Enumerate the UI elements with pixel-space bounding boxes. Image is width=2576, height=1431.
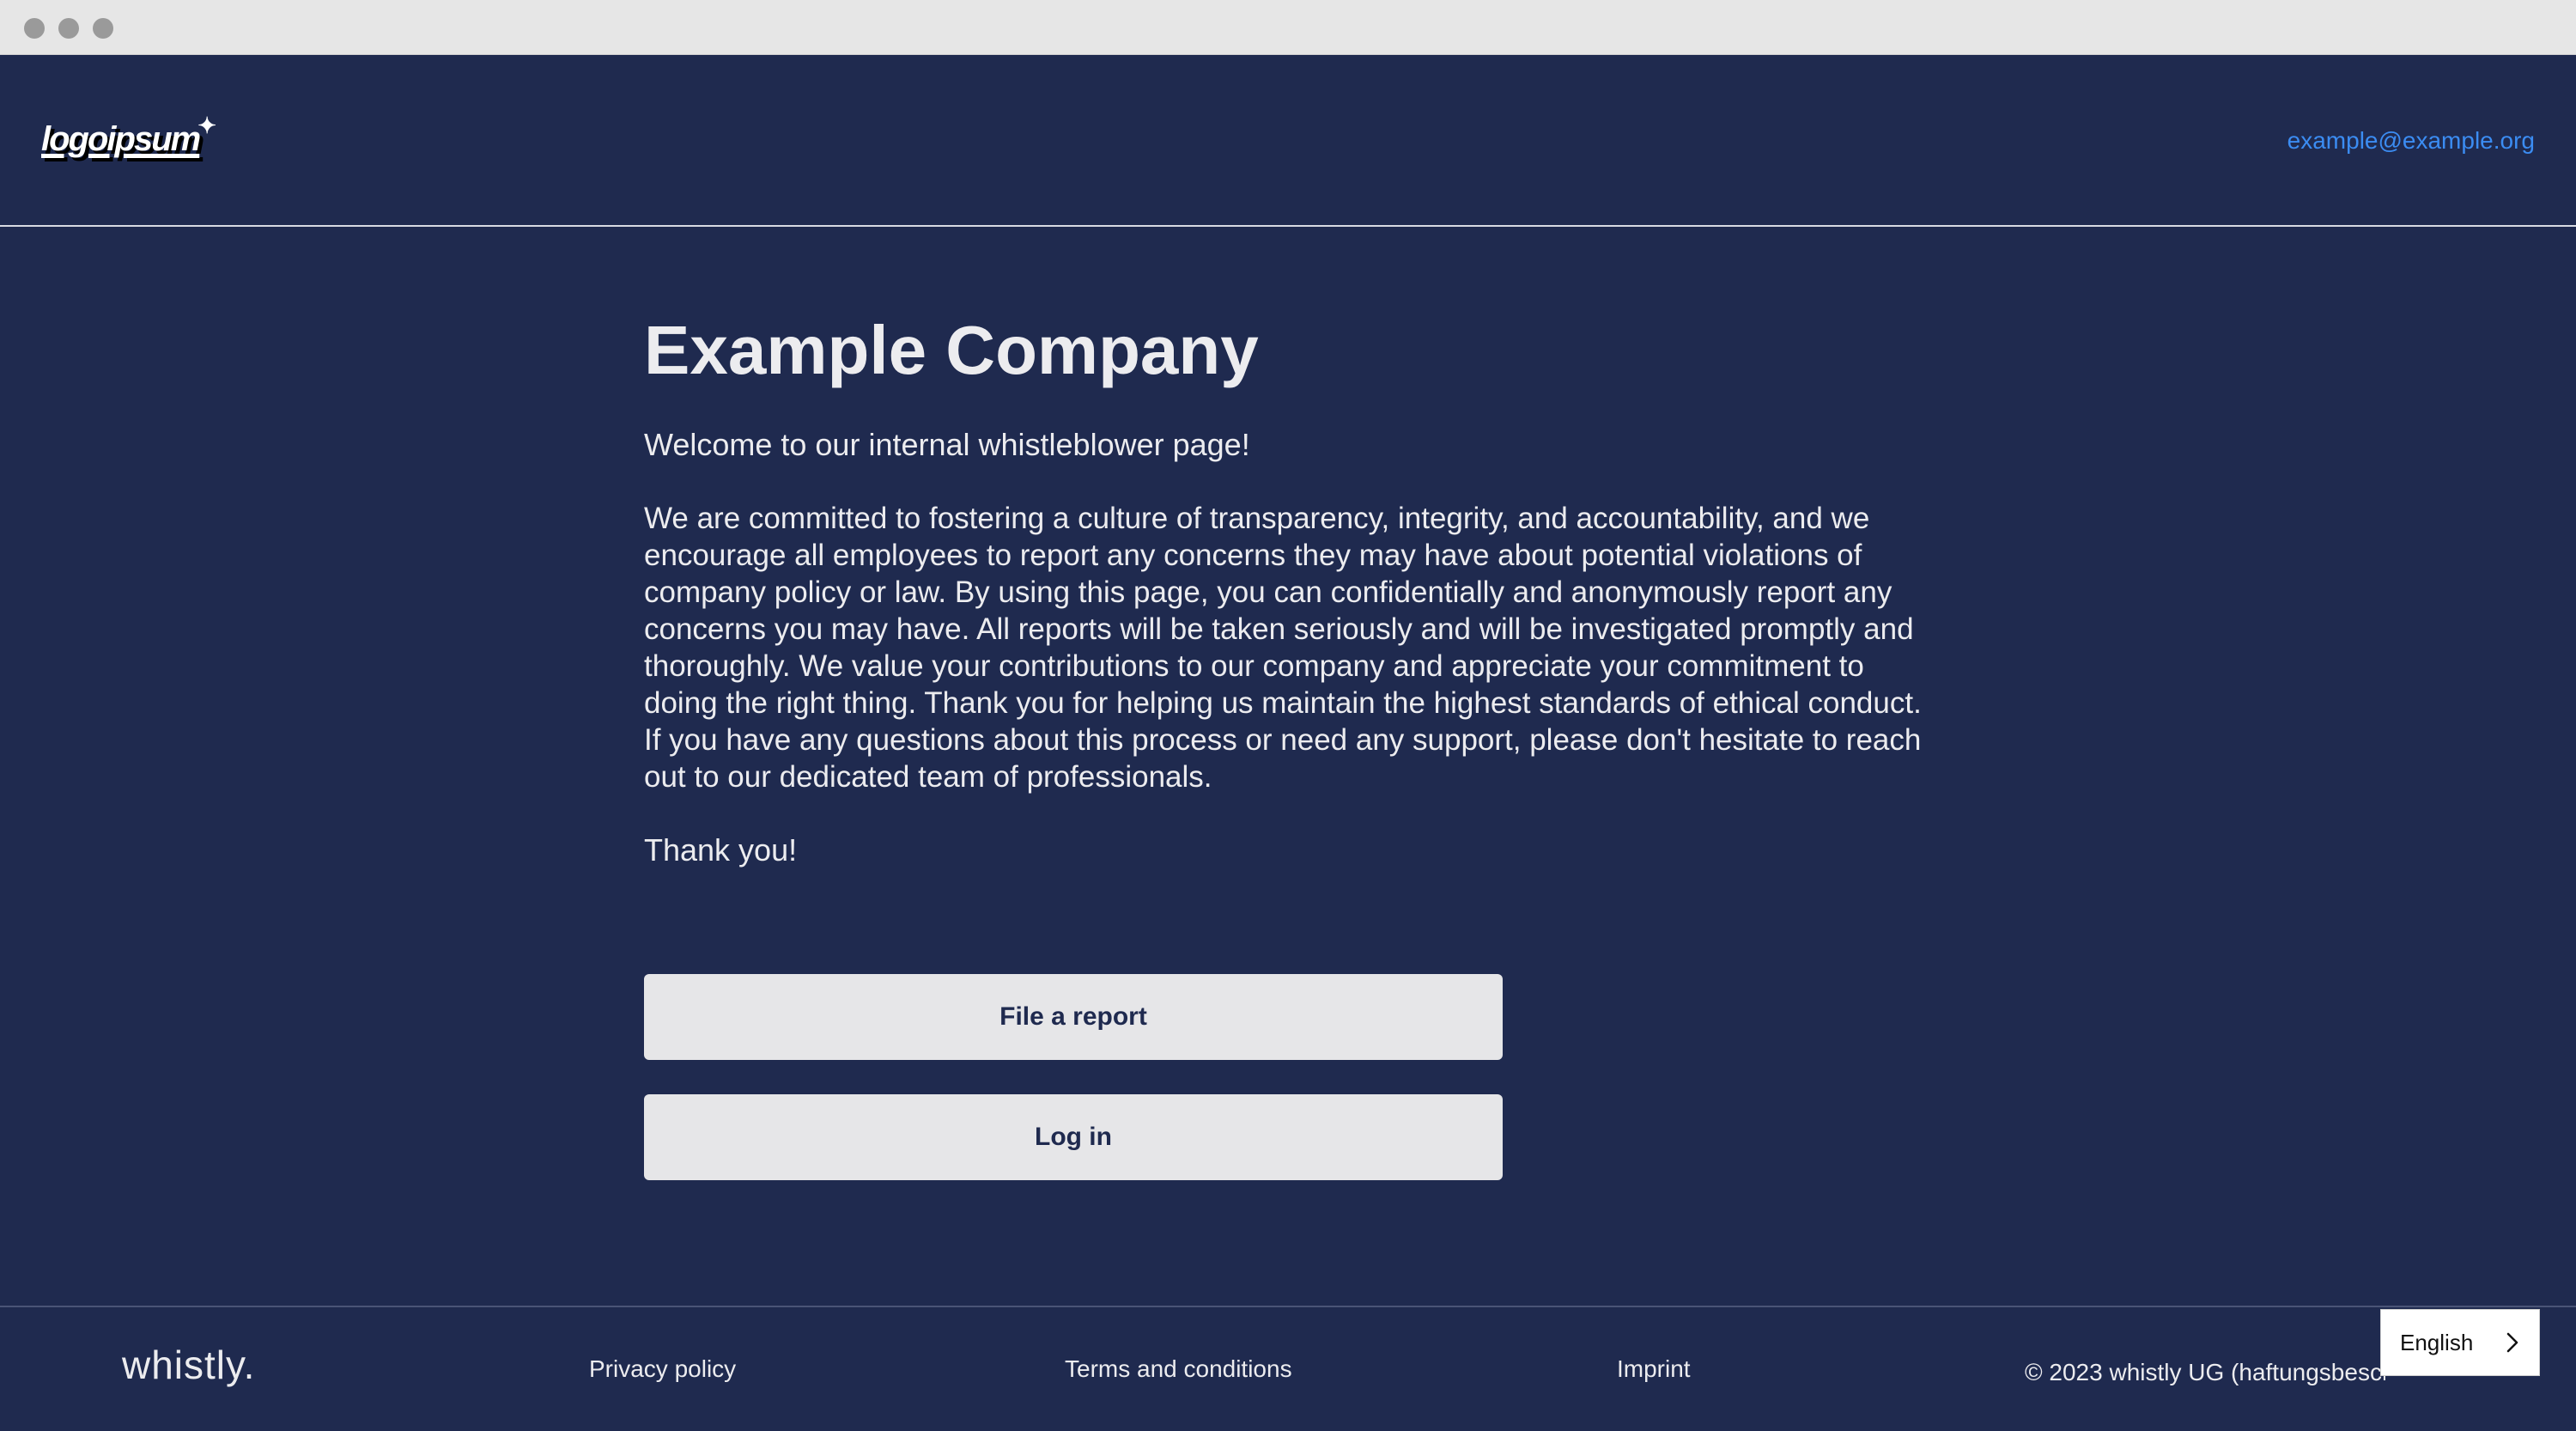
- welcome-text: Welcome to our internal whistleblower pa…: [644, 427, 1250, 462]
- chevron-right-icon: [2506, 1332, 2518, 1353]
- contact-email-link[interactable]: example@example.org: [2287, 127, 2535, 155]
- footer-brand[interactable]: whistly.: [122, 1342, 255, 1388]
- login-button[interactable]: Log in: [644, 1094, 1503, 1180]
- header: logoipsum ✦ example@example.org: [0, 55, 2576, 227]
- language-selector[interactable]: English: [2380, 1309, 2540, 1376]
- page-title: Example Company: [644, 312, 1259, 388]
- window-close-dot[interactable]: [24, 18, 45, 39]
- page: logoipsum ✦ example@example.org Example …: [0, 55, 2576, 1431]
- language-label: English: [2400, 1329, 2474, 1355]
- window-minimize-dot[interactable]: [58, 18, 79, 39]
- intro-paragraph: We are committed to fostering a culture …: [644, 502, 1922, 794]
- thanks-text: Thank you!: [644, 832, 798, 868]
- footer: whistly. Privacy policy Terms and condit…: [0, 1306, 2576, 1431]
- file-report-button[interactable]: File a report: [644, 974, 1503, 1060]
- terms-link[interactable]: Terms and conditions: [1065, 1355, 1292, 1383]
- browser-title-bar: [0, 0, 2576, 55]
- logo-star-icon: ✦: [197, 112, 217, 138]
- privacy-policy-link[interactable]: Privacy policy: [589, 1355, 736, 1383]
- copyright-text: © 2023 whistly UG (haftungsbeschränkt): [2025, 1359, 2385, 1385]
- imprint-link[interactable]: Imprint: [1617, 1355, 1691, 1383]
- window-maximize-dot[interactable]: [93, 18, 113, 39]
- company-logo[interactable]: logoipsum ✦: [41, 113, 218, 165]
- main-content: Example Company Welcome to our internal …: [644, 313, 1949, 869]
- logo-wordmark: logoipsum: [41, 119, 201, 158]
